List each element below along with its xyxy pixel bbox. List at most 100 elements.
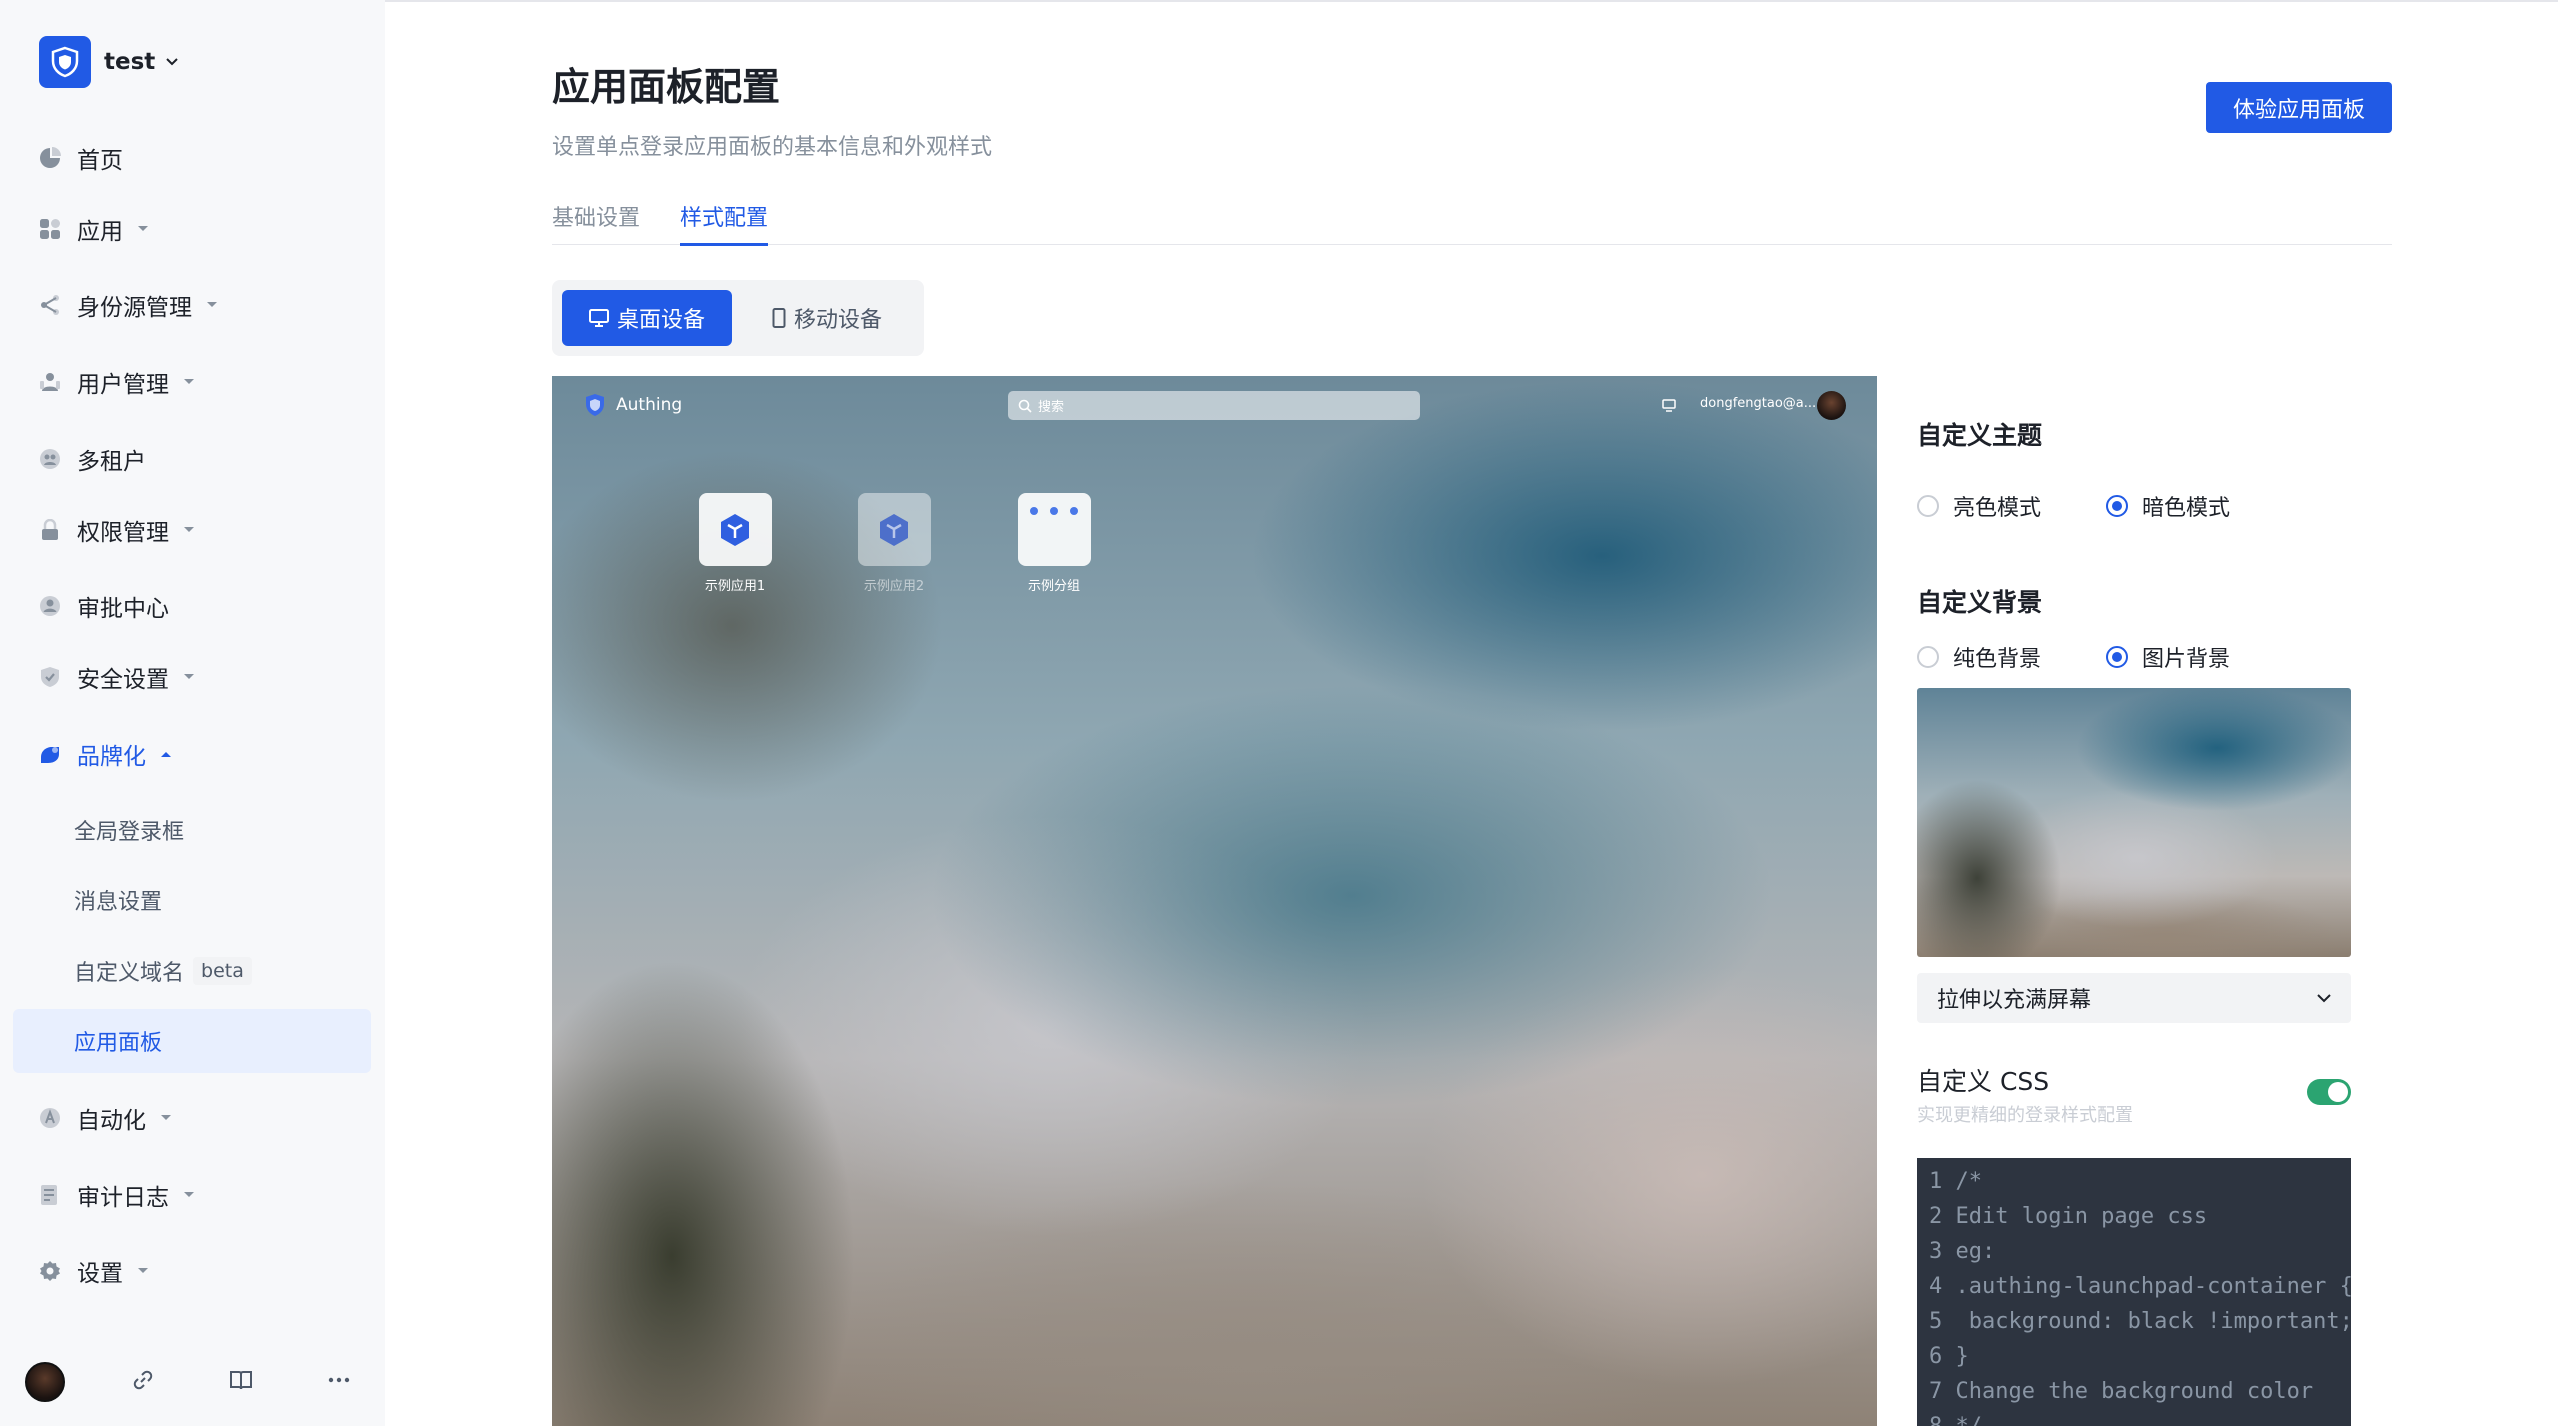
desktop-device-button[interactable]: 桌面设备 bbox=[562, 290, 732, 346]
sidebar: test 首页 应用 身份源管理 用户管理 多租户 权限管理 审批中心 安全设置… bbox=[0, 0, 385, 1426]
try-app-panel-button[interactable]: 体验应用面板 bbox=[2206, 82, 2392, 133]
sidebar-subitem-label: 应用面板 bbox=[74, 1031, 163, 1056]
mobile-device-button[interactable]: 移动设备 bbox=[742, 290, 912, 346]
users-icon bbox=[38, 370, 62, 394]
sidebar-item-security[interactable]: 安全设置 bbox=[38, 657, 195, 697]
radio-circle bbox=[2106, 646, 2128, 668]
mobile-device-label: 移动设备 bbox=[793, 308, 882, 333]
sidebar-item-label: 权限管理 bbox=[77, 520, 169, 546]
sidebar-item-branding[interactable]: 品牌化 bbox=[38, 734, 172, 774]
sidebar-subitem-message-settings[interactable]: 消息设置 bbox=[13, 868, 371, 932]
device-toggle: 桌面设备 移动设备 bbox=[552, 280, 924, 356]
preview-app-tile[interactable]: 示例应用2 bbox=[839, 493, 949, 594]
sidebar-subitem-global-login[interactable]: 全局登录框 bbox=[13, 798, 371, 862]
mobile-phone-icon bbox=[772, 308, 786, 328]
share-icon bbox=[38, 293, 62, 317]
launchpad-preview: Authing 搜索 dongfengtao@a... 示例应用1 示例应用2 … bbox=[552, 376, 1877, 1426]
sidebar-item-identity-sources[interactable]: 身份源管理 bbox=[38, 285, 218, 325]
style-settings-panel: 自定义主题 亮色模式 暗色模式 自定义背景 纯色背景 图片背景 拉伸以充满屏幕 … bbox=[1877, 376, 2392, 1426]
cube-icon bbox=[721, 513, 749, 546]
app-group-icon-box bbox=[1017, 493, 1091, 566]
search-icon bbox=[1018, 399, 1032, 413]
group-dots-icon bbox=[1030, 507, 1078, 515]
preview-brand-name: Authing bbox=[616, 395, 683, 415]
sidebar-item-label: 首页 bbox=[77, 148, 123, 174]
page-title: 应用面板配置 bbox=[552, 65, 781, 109]
background-section-title: 自定义背景 bbox=[1917, 588, 2043, 617]
caret-down-icon bbox=[137, 225, 149, 233]
sidebar-subitem-app-panel[interactable]: 应用面板 bbox=[13, 1009, 371, 1073]
preview-search-placeholder: 搜索 bbox=[1038, 400, 1065, 415]
radio-circle bbox=[2106, 495, 2128, 517]
sidebar-item-audit-log[interactable]: 审计日志 bbox=[38, 1175, 195, 1215]
preview-search-input[interactable]: 搜索 bbox=[1008, 391, 1420, 420]
more-icon[interactable] bbox=[324, 1365, 354, 1395]
preview-app-label: 示例分组 bbox=[1027, 579, 1080, 594]
custom-css-description: 实现更精细的登录样式配置 bbox=[1917, 1105, 2133, 1126]
code-line: 6 } bbox=[1929, 1344, 1969, 1369]
sidebar-item-multi-tenant[interactable]: 多租户 bbox=[38, 439, 146, 479]
tab-style-config[interactable]: 样式配置 bbox=[680, 200, 769, 246]
code-line: 4 .authing-launchpad-container { bbox=[1929, 1274, 2351, 1299]
preview-app-label: 示例应用2 bbox=[863, 579, 925, 594]
sidebar-item-automation[interactable]: 自动化 bbox=[38, 1098, 172, 1138]
lock-icon bbox=[38, 518, 62, 542]
radio-light-mode[interactable]: 亮色模式 bbox=[1917, 490, 2041, 522]
code-line: 3 eg: bbox=[1929, 1239, 1996, 1264]
background-fit-select[interactable]: 拉伸以充满屏幕 bbox=[1917, 973, 2351, 1023]
settings-icon bbox=[38, 1259, 62, 1283]
user-avatar[interactable] bbox=[25, 1362, 65, 1402]
code-line: 2 Edit login page css bbox=[1929, 1204, 2208, 1229]
radio-label: 纯色背景 bbox=[1953, 647, 2042, 672]
sidebar-item-users[interactable]: 用户管理 bbox=[38, 362, 195, 402]
page-description: 设置单点登录应用面板的基本信息和外观样式 bbox=[552, 135, 993, 160]
background-image-thumbnail[interactable] bbox=[1917, 688, 2351, 957]
link-icon[interactable] bbox=[128, 1365, 158, 1395]
radio-label: 暗色模式 bbox=[2142, 496, 2231, 521]
book-icon[interactable] bbox=[226, 1365, 256, 1395]
sidebar-subitem-label: 全局登录框 bbox=[74, 820, 185, 845]
monitor-icon bbox=[588, 309, 609, 327]
pie-chart-icon bbox=[38, 146, 62, 170]
preview-app-tile[interactable]: 示例应用1 bbox=[680, 493, 790, 594]
app-tile-icon-box bbox=[857, 493, 931, 566]
config-tabs: 基础设置 样式配置 bbox=[552, 200, 2392, 246]
radio-image-background[interactable]: 图片背景 bbox=[2106, 641, 2230, 673]
caret-down-icon bbox=[206, 301, 218, 309]
org-switcher[interactable]: test bbox=[39, 36, 179, 88]
sidebar-item-label: 自动化 bbox=[77, 1108, 146, 1134]
preview-topbar: Authing 搜索 dongfengtao@a... bbox=[552, 376, 1877, 436]
caret-down-icon bbox=[183, 526, 195, 534]
tab-basic-settings[interactable]: 基础设置 bbox=[552, 200, 640, 245]
monitor-icon[interactable] bbox=[1662, 397, 1676, 416]
radio-circle bbox=[1917, 646, 1939, 668]
preview-user-avatar[interactable] bbox=[1817, 391, 1846, 420]
code-line: 7 Change the background color bbox=[1929, 1379, 2314, 1404]
caret-down-icon bbox=[160, 1114, 172, 1122]
css-code-editor[interactable]: 1 /* 2 Edit login page css 3 eg: 4 .auth… bbox=[1917, 1158, 2351, 1426]
sidebar-item-approval[interactable]: 审批中心 bbox=[38, 586, 169, 626]
theme-section-title: 自定义主题 bbox=[1917, 421, 2043, 450]
sidebar-item-apps[interactable]: 应用 bbox=[38, 209, 149, 249]
authing-logo-icon bbox=[586, 394, 604, 416]
app-tile-icon-box bbox=[698, 493, 772, 566]
audit-log-icon bbox=[38, 1183, 62, 1207]
sidebar-item-label: 品牌化 bbox=[77, 744, 146, 770]
shield-icon bbox=[38, 665, 62, 689]
sidebar-item-home[interactable]: 首页 bbox=[38, 138, 123, 178]
approval-icon bbox=[38, 594, 62, 618]
sidebar-item-label: 应用 bbox=[77, 219, 123, 245]
preview-username[interactable]: dongfengtao@a... bbox=[1700, 396, 1816, 411]
sidebar-item-settings[interactable]: 设置 bbox=[38, 1251, 149, 1291]
desktop-device-label: 桌面设备 bbox=[616, 308, 705, 333]
sidebar-subitem-custom-domain[interactable]: 自定义域名 beta bbox=[13, 939, 371, 1003]
sidebar-footer bbox=[0, 1352, 385, 1412]
radio-dark-mode[interactable]: 暗色模式 bbox=[2106, 490, 2230, 522]
radio-solid-background[interactable]: 纯色背景 bbox=[1917, 641, 2041, 673]
sidebar-item-permissions[interactable]: 权限管理 bbox=[38, 510, 195, 550]
custom-css-toggle[interactable] bbox=[2307, 1079, 2351, 1105]
radio-circle bbox=[1917, 495, 1939, 517]
preview-app-group-tile[interactable]: 示例分组 bbox=[999, 493, 1109, 594]
code-line: 1 /* bbox=[1929, 1169, 1982, 1194]
sidebar-item-label: 审批中心 bbox=[77, 596, 169, 622]
